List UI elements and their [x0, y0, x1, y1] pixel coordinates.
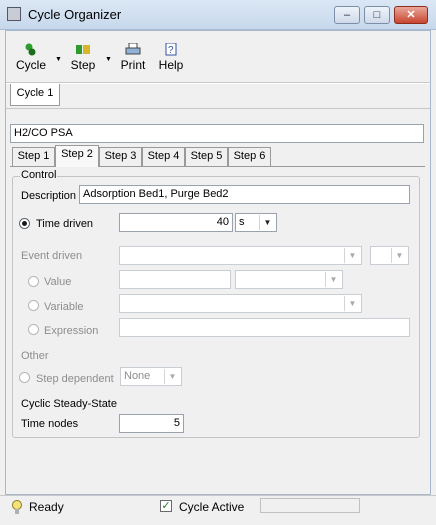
lightbulb-icon — [11, 500, 23, 519]
event-operator-select: ▼ — [370, 246, 409, 265]
time-unit-select[interactable]: s ▼ — [235, 213, 277, 232]
cycle-icon — [23, 43, 39, 56]
status-ready: Ready — [29, 500, 64, 514]
step-button[interactable]: Step — [68, 43, 98, 78]
value-unit-select: ▼ — [235, 270, 343, 289]
checkmark-icon: ✓ — [160, 500, 172, 512]
maximize-button[interactable]: □ — [364, 6, 390, 24]
control-legend: Control — [20, 169, 58, 181]
time-nodes-label: Time nodes — [21, 418, 79, 430]
chevron-down-icon: ▼ — [344, 296, 360, 311]
time-nodes-field[interactable]: 5 — [119, 414, 184, 433]
other-label: Other — [21, 350, 49, 362]
window-title: Cycle Organizer — [28, 7, 122, 22]
help-icon: ? — [163, 42, 179, 56]
chevron-down-icon: ▼ — [325, 272, 341, 287]
description-label: Description — [21, 190, 77, 202]
cycle-name-field[interactable]: H2/CO PSA — [10, 124, 424, 143]
tab-step-2[interactable]: Step 2 — [55, 145, 99, 167]
print-button[interactable]: Print — [118, 42, 148, 78]
status-progress-panel — [260, 498, 360, 513]
close-button[interactable]: ✕ — [394, 6, 428, 24]
tab-step-5[interactable]: Step 5 — [185, 147, 228, 166]
chevron-down-icon: ▼ — [344, 248, 360, 263]
value-radio — [28, 276, 39, 287]
cycle-dropdown-icon[interactable]: ▼ — [55, 56, 62, 63]
expression-field — [119, 318, 410, 337]
print-label: Print — [120, 58, 146, 72]
description-field[interactable]: Adsorption Bed1, Purge Bed2 — [79, 185, 410, 204]
variable-label: Variable — [44, 301, 84, 313]
step-icon — [75, 43, 91, 56]
event-select: ▼ — [119, 246, 362, 265]
tab-step-3[interactable]: Step 3 — [99, 147, 142, 166]
app-icon — [7, 7, 21, 21]
toolbar-separator — [6, 82, 430, 84]
tab-cycle-1[interactable]: Cycle 1 — [10, 84, 60, 106]
cycle-tab-separator — [6, 108, 430, 109]
expression-radio — [28, 324, 39, 335]
chevron-down-icon: ▼ — [259, 215, 275, 230]
tab-step-4[interactable]: Step 4 — [142, 147, 185, 166]
chevron-down-icon: ▼ — [391, 248, 407, 263]
step-dependent-label: Step dependent — [36, 373, 114, 385]
time-unit-value: s — [239, 216, 245, 228]
minimize-button[interactable]: ‒ — [334, 6, 360, 24]
variable-radio — [28, 300, 39, 311]
step-dependent-radio — [19, 372, 30, 383]
help-label: Help — [158, 58, 184, 72]
tab-step-6[interactable]: Step 6 — [228, 147, 271, 166]
expression-label: Expression — [44, 325, 99, 337]
svg-text:?: ? — [168, 45, 174, 56]
tab-step-1[interactable]: Step 1 — [12, 147, 55, 166]
step-dependent-value: None — [124, 370, 151, 382]
value-field — [119, 270, 231, 289]
cycle-label: Cycle — [15, 58, 46, 72]
variable-select: ▼ — [119, 294, 362, 313]
step-dependent-select: None ▼ — [120, 367, 182, 386]
help-button[interactable]: ? Help — [156, 42, 186, 78]
value-label: Value — [44, 276, 72, 288]
event-driven-label: Event driven — [21, 250, 83, 262]
time-driven-radio[interactable] — [19, 218, 30, 229]
printer-icon — [125, 42, 141, 56]
css-label: Cyclic Steady-State — [21, 398, 117, 410]
step-dropdown-icon[interactable]: ▼ — [105, 56, 112, 63]
cycle-button[interactable]: Cycle — [14, 43, 48, 78]
step-label: Step — [70, 58, 96, 72]
status-cycle-active: Cycle Active — [179, 500, 245, 514]
chevron-down-icon: ▼ — [164, 369, 180, 384]
time-driven-label: Time driven — [36, 218, 94, 230]
time-value-field[interactable]: 40 — [119, 213, 233, 232]
